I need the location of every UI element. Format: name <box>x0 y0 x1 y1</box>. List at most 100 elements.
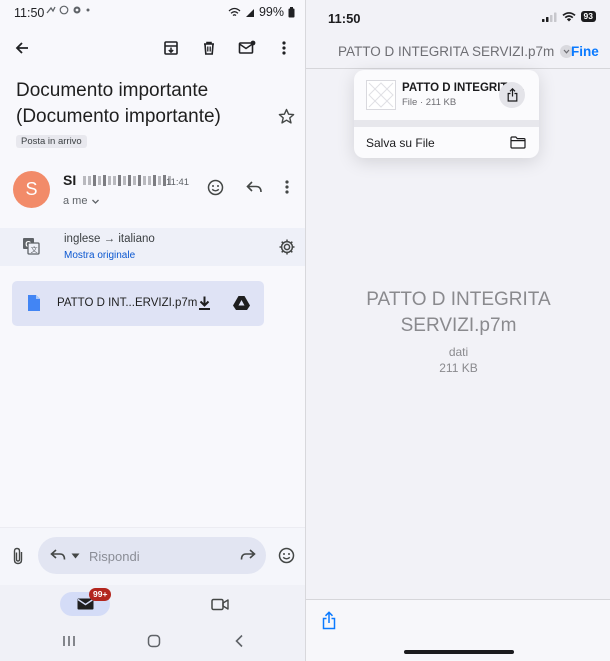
email-time: 11:41 <box>166 177 190 188</box>
save-to-files-icon-wrap <box>510 136 526 149</box>
reply-button[interactable] <box>243 176 265 198</box>
delete-button[interactable] <box>197 36 221 60</box>
popover-divider <box>354 120 539 127</box>
battery-level: 93 <box>580 11 596 22</box>
recent-apps-button[interactable] <box>58 632 80 650</box>
android-status-right: 99% <box>228 5 295 19</box>
chevron-down-icon <box>92 199 100 204</box>
mark-unread-button[interactable] <box>235 36 259 60</box>
download-attachment-button[interactable] <box>194 293 214 313</box>
translation-settings-button[interactable] <box>276 236 298 258</box>
more-vert-icon <box>285 180 289 194</box>
file-icon <box>28 295 40 311</box>
chevron-left-icon <box>235 634 243 648</box>
unread-badge: 99+ <box>89 588 112 601</box>
back-button[interactable] <box>10 36 34 60</box>
cellular-signal-icon <box>541 12 557 22</box>
sender-avatar[interactable]: S <box>13 171 50 208</box>
popover-share-button[interactable] <box>499 82 525 108</box>
file-popover-menu: PATTO D INTEGRITA... File · 211 KB Salva… <box>354 70 539 158</box>
translate-icon: G文 <box>23 238 40 255</box>
sender-name-prefix: SI <box>63 172 77 188</box>
attach-icon <box>13 547 23 565</box>
translation-languages: inglese → italiano <box>64 233 155 245</box>
forward-button[interactable] <box>236 546 258 564</box>
download-icon <box>198 296 210 310</box>
share-icon <box>507 88 517 102</box>
settings-gear-icon <box>279 239 295 255</box>
reply-type-button[interactable] <box>47 546 69 564</box>
drive-icon <box>232 296 250 310</box>
trash-icon <box>204 41 214 55</box>
reply-icon <box>49 549 65 560</box>
more-vert-icon <box>282 41 286 55</box>
signal-icon <box>245 8 254 17</box>
mark-unread-icon <box>238 40 256 54</box>
inbox-label-chip[interactable]: Posta in arrivo <box>16 135 87 148</box>
wifi-icon <box>561 11 576 21</box>
reply-placeholder: Rispondi <box>89 549 140 564</box>
chevron-down-icon <box>563 49 570 54</box>
generic-file-thumbnail-icon <box>368 82 394 108</box>
battery-percent: 99% <box>258 5 284 19</box>
save-to-files-item[interactable]: Salva su File <box>366 136 435 150</box>
more-options-button[interactable] <box>273 36 295 60</box>
attachment-name: PATTO D INT...ERVIZI.p7m <box>57 297 198 309</box>
redacted-name <box>82 174 172 186</box>
home-indicator[interactable] <box>404 650 514 654</box>
missed-call-icon <box>46 6 56 14</box>
recipient-label: a me <box>63 195 88 207</box>
gmail-screen: 11:50 99% Documento importante (Document… <box>0 0 305 661</box>
popover-file-meta: File · 211 KB <box>402 97 457 108</box>
preview-file-name: PATTO D INTEGRITA SERVIZI.p7m <box>366 289 551 336</box>
video-icon <box>211 598 229 610</box>
system-back-button[interactable] <box>228 632 250 650</box>
quicklook-screen: 11:50 93 PATTO D INTEGRITA SERVIZI.p7m F… <box>305 0 610 661</box>
document-title-menu[interactable]: PATTO D INTEGRITA SERVIZI.p7m <box>338 44 574 59</box>
show-original-link[interactable]: Mostra originale <box>64 250 135 261</box>
avatar-letter: S <box>25 179 38 199</box>
emoji-icon <box>278 547 294 563</box>
battery-icon <box>288 6 295 17</box>
preview-file-kind: dati <box>448 345 469 359</box>
caret-down-icon <box>71 553 80 559</box>
nav-bar-separator <box>306 68 610 69</box>
star-button[interactable] <box>275 105 297 127</box>
reply-emoji-button[interactable] <box>275 544 297 566</box>
star-icon <box>278 108 294 124</box>
share-button[interactable] <box>318 609 340 631</box>
home-icon <box>147 634 161 648</box>
forward-icon <box>240 549 256 560</box>
done-button[interactable]: Fine <box>571 44 599 59</box>
bottom-navigation <box>0 585 305 625</box>
document-title: PATTO D INTEGRITA SERVIZI.p7m <box>338 44 555 59</box>
reply-icon <box>245 180 262 192</box>
add-reaction-button[interactable] <box>204 176 226 198</box>
preview-file-size: 211 KB <box>439 361 478 375</box>
sender-name[interactable]: SI <box>63 172 172 188</box>
home-button[interactable] <box>143 632 165 650</box>
email-more-button[interactable] <box>278 176 296 198</box>
attach-button[interactable] <box>7 545 29 567</box>
ios-status-time: 11:50 <box>328 11 361 26</box>
wifi-icon <box>228 7 241 16</box>
settings-small-icon <box>73 6 81 14</box>
recipient-toggle[interactable]: a me <box>63 195 100 207</box>
archive-button[interactable] <box>159 36 183 60</box>
emoji-icon <box>207 179 223 195</box>
dot-icon <box>86 8 90 12</box>
share-icon <box>322 610 336 629</box>
file-icon-wrap <box>27 294 41 312</box>
back-arrow-icon <box>15 42 28 54</box>
archive-icon <box>164 41 178 55</box>
email-subject: Documento importante (Documento importan… <box>16 80 221 127</box>
file-thumbnail <box>366 80 396 110</box>
folder-icon <box>510 136 526 149</box>
android-status-time: 11:50 <box>14 6 45 20</box>
nav-meet-tab[interactable] <box>208 594 232 614</box>
reply-type-caret[interactable] <box>71 553 80 559</box>
save-to-drive-button[interactable] <box>230 293 252 313</box>
recent-apps-icon <box>63 636 75 646</box>
svg-text:文: 文 <box>31 245 38 254</box>
translate-icon-wrap: G文 <box>22 237 40 255</box>
